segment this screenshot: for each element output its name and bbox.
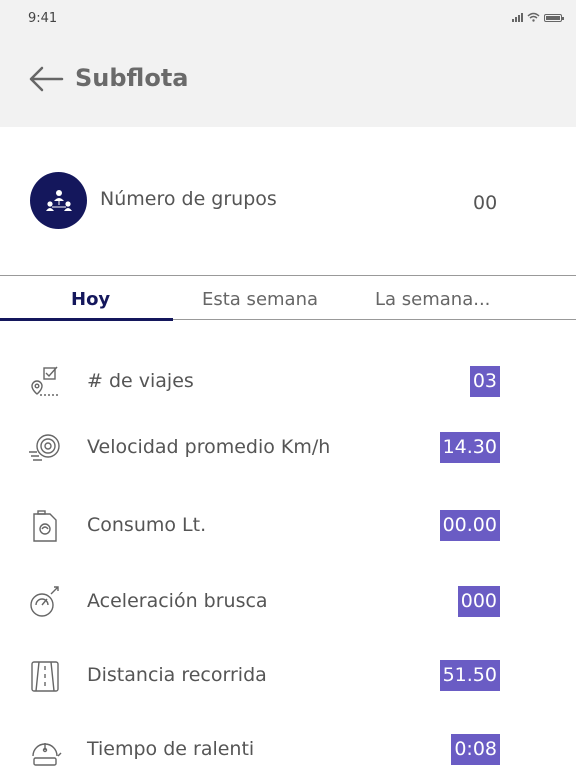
acceleration-gauge-icon: [30, 586, 59, 617]
road-icon: [31, 661, 59, 692]
status-icons: [512, 12, 564, 22]
fuel-can-icon: [33, 510, 57, 542]
wifi-icon: [527, 12, 540, 22]
app-header: 9:41 Subflota: [0, 0, 576, 127]
metric-label: Consumo Lt.: [87, 514, 207, 536]
metric-value: 51.50: [439, 660, 500, 691]
groups-avatar: [30, 172, 87, 229]
speed-wheel-icon: [29, 434, 60, 461]
metric-fuel-consumption: Consumo Lt. 00.00: [0, 504, 576, 548]
idle-timer-icon: [32, 743, 62, 766]
groups-summary: Número de grupos 00: [0, 170, 576, 230]
metric-value: 0:08: [451, 734, 500, 765]
metric-value: 03: [469, 366, 500, 397]
back-button[interactable]: [28, 64, 64, 94]
metric-idle-time: Tiempo de ralenti 0:08: [0, 728, 576, 768]
battery-icon: [544, 14, 564, 22]
groups-label: Número de grupos: [100, 188, 277, 210]
route-check-icon: [31, 366, 59, 396]
metric-harsh-acceleration: Aceleración brusca 000: [0, 580, 576, 624]
metric-label: Tiempo de ralenti: [87, 738, 255, 760]
cellular-signal-icon: [512, 12, 523, 22]
metric-value: 14.30: [439, 432, 500, 463]
metric-value: 00.00: [439, 510, 500, 541]
tab-last-week[interactable]: La semana...: [375, 289, 490, 310]
metric-label: Aceleración brusca: [87, 590, 268, 612]
tab-today[interactable]: Hoy: [71, 289, 110, 310]
metric-label: Velocidad promedio Km/h: [87, 436, 331, 458]
groups-count: 00: [473, 192, 498, 214]
page-title: Subflota: [75, 64, 189, 92]
metric-label: # de viajes: [87, 370, 194, 392]
tab-this-week[interactable]: Esta semana: [202, 289, 318, 310]
metric-label: Distancia recorrida: [87, 664, 267, 686]
metric-average-speed: Velocidad promedio Km/h 14.30: [0, 426, 576, 470]
back-arrow-icon: [29, 66, 64, 92]
status-time: 9:41: [28, 11, 58, 26]
group-people-icon: [45, 189, 72, 211]
period-tabs: Hoy Esta semana La semana...: [0, 275, 576, 321]
active-tab-indicator: [0, 318, 173, 321]
metric-trips: # de viajes 03: [0, 360, 576, 404]
metric-distance: Distancia recorrida 51.50: [0, 654, 576, 698]
metric-value: 000: [457, 586, 500, 617]
